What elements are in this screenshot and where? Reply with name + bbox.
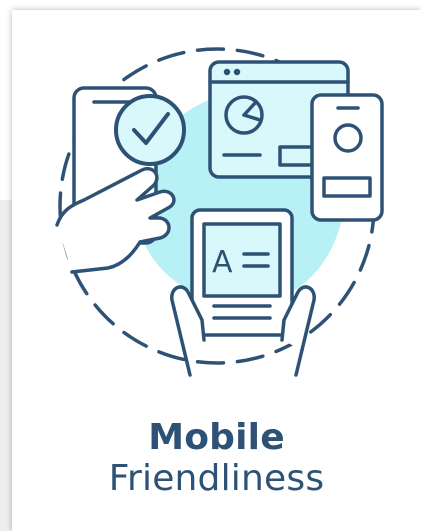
small-phone-icon	[310, 93, 384, 222]
mobile-friendliness-card: A Mobile Friendliness	[12, 10, 421, 531]
card-subtitle: Friendliness	[108, 458, 325, 499]
tablet-reader-icon: A	[170, 208, 316, 377]
mobile-friendliness-illustration: A	[55, 47, 384, 377]
card-caption: Mobile Friendliness	[12, 418, 421, 500]
tablet-letter: A	[212, 245, 233, 280]
card-title: Mobile	[148, 417, 285, 458]
check-badge-icon	[114, 94, 186, 166]
